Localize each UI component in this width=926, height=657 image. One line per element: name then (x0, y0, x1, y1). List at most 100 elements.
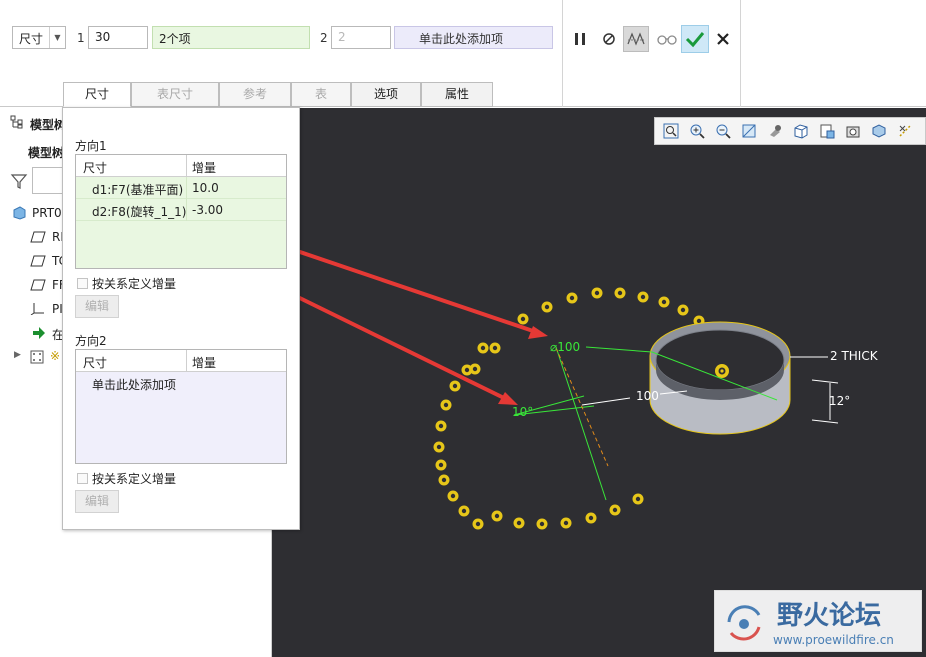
dir1-references-collector[interactable]: 2个项 (152, 26, 310, 49)
zoom-out-button[interactable] (711, 120, 734, 143)
render-style-button[interactable] (763, 120, 786, 143)
forum-logo-icon (727, 605, 761, 641)
toolbar-divider (740, 0, 741, 107)
table-header: 尺寸 增量 (76, 155, 286, 177)
table-header: 尺寸 增量 (76, 350, 286, 372)
watermark-url: www.proewildfire.cn (773, 633, 894, 647)
direction2-table: 尺寸 增量 单击此处添加项 (75, 349, 287, 464)
pause-icon (575, 33, 585, 45)
part-icon (13, 206, 26, 220)
dir1-edit-button[interactable]: 编辑 (75, 295, 119, 318)
shading-icon (769, 125, 781, 137)
checkmark-icon (685, 32, 705, 48)
zoom-out-icon (716, 124, 731, 139)
tab-references[interactable]: 参考 (219, 82, 291, 107)
verify-mode-button[interactable] (623, 26, 649, 52)
tab-options[interactable]: 选项 (351, 82, 421, 107)
pattern-type-select[interactable]: 尺寸 ▼ (12, 26, 66, 49)
tab-table[interactable]: 表 (291, 82, 351, 107)
expand-arrow-icon[interactable]: ▶ (14, 350, 21, 360)
pattern-type-value: 尺寸 (19, 32, 44, 46)
dir2-count-input[interactable]: 2 (331, 26, 391, 49)
pause-button[interactable] (567, 26, 593, 52)
column-divider (186, 177, 187, 199)
dir1-number-label: 1 (77, 31, 85, 45)
cancel-button[interactable] (710, 26, 736, 52)
dir2-edit-button[interactable]: 编辑 (75, 490, 119, 513)
dir2-add-item-text[interactable]: 单击此处添加项 (92, 376, 176, 393)
model-tree-subheader-label: 模型树 (28, 146, 65, 160)
column-increment-header: 增量 (192, 356, 217, 370)
direction2-table-body[interactable]: 单击此处添加项 (76, 372, 286, 463)
dir1-relation-checkbox[interactable] (77, 278, 88, 289)
tab-table-dimensions[interactable]: 表尺寸 (131, 82, 219, 107)
pattern-hole (658, 296, 670, 308)
increment-cell[interactable]: -3.00 (192, 203, 223, 217)
table-row[interactable]: d1:F7(基准平面) 10.0 (76, 177, 286, 199)
dir2-relation-checkbox[interactable] (77, 473, 88, 484)
view-manager-icon (820, 124, 834, 139)
zoom-in-button[interactable] (685, 120, 708, 143)
direction2-title: 方向2 (75, 334, 107, 348)
direction1-title: 方向1 (75, 139, 107, 153)
datum-plane-icon (30, 255, 46, 267)
refit-button[interactable] (659, 120, 682, 143)
tilt-angle-label[interactable]: 12° (829, 394, 850, 408)
view-manager-button[interactable] (815, 120, 838, 143)
repaint-button[interactable] (737, 120, 760, 143)
no-preview-icon (603, 33, 615, 45)
coordinate-system-icon (30, 303, 44, 315)
angle-dimension-label[interactable]: 10° (512, 405, 533, 419)
column-dimension-header: 尺寸 (83, 161, 108, 175)
pattern-icon (30, 350, 44, 364)
pattern-hole (440, 399, 452, 411)
datum-plane-icon (30, 231, 46, 243)
pattern-hole (560, 517, 572, 529)
column-increment-header: 增量 (192, 161, 217, 175)
apply-button[interactable] (681, 25, 709, 53)
increment-cell[interactable]: 10.0 (192, 181, 219, 195)
dir2-references-collector[interactable]: 单击此处添加项 (394, 26, 553, 49)
tab-properties[interactable]: 属性 (421, 82, 493, 107)
preview-button[interactable] (654, 26, 680, 52)
pattern-hole (435, 459, 447, 471)
graphics-window[interactable]: ⌀100 100 10° 2 THICK 12° (272, 108, 926, 657)
cube-icon (794, 124, 807, 139)
table-row[interactable]: d2:F8(旋转_1_1) -3.00 (76, 199, 286, 221)
pattern-hole (433, 441, 445, 453)
filter-icon[interactable] (10, 172, 30, 192)
dir2-number-label: 2 (320, 31, 328, 45)
chevron-down-icon[interactable]: ▼ (49, 27, 65, 48)
glasses-icon (657, 35, 677, 45)
linear-dimension-label[interactable]: 100 (636, 389, 659, 403)
datum-display-button[interactable] (893, 120, 916, 143)
pattern-hole (609, 504, 621, 516)
direction1-table: 尺寸 增量 d1:F7(基准平面) 10.0 d2:F8(旋转_1_1) -3.… (75, 154, 287, 269)
camera-icon (846, 126, 859, 138)
column-dimension-header: 尺寸 (83, 356, 108, 370)
pattern-hole (477, 342, 489, 354)
pattern-hole (513, 517, 525, 529)
pattern-hole (447, 490, 459, 502)
model-tree-title: 模型树 (30, 118, 67, 132)
dir1-count-input[interactable]: 30 (88, 26, 148, 49)
dir2-relation-label: 按关系定义增量 (92, 472, 177, 486)
section-icon (872, 124, 885, 138)
datum-display-icon (898, 125, 911, 137)
section-button[interactable] (867, 120, 890, 143)
perspective-button[interactable] (841, 120, 864, 143)
thickness-dimension-label[interactable]: 2 THICK (830, 349, 878, 363)
no-preview-button[interactable] (596, 26, 622, 52)
pattern-hole (449, 380, 461, 392)
dir2-relation-checkbox-row[interactable]: 按关系定义增量 (77, 470, 176, 487)
saved-views-button[interactable] (789, 120, 812, 143)
diameter-dimension-label[interactable]: ⌀100 (550, 340, 580, 354)
dir1-relation-checkbox-row[interactable]: 按关系定义增量 (77, 275, 176, 292)
dimension-cell: d1:F7(基准平面) (92, 183, 184, 197)
pattern-hole (491, 510, 503, 522)
tab-dimensions[interactable]: 尺寸 (63, 82, 131, 107)
dir1-relation-label: 按关系定义增量 (92, 277, 177, 291)
pattern-hole (472, 518, 484, 530)
column-divider (186, 350, 187, 372)
close-icon (717, 33, 729, 45)
